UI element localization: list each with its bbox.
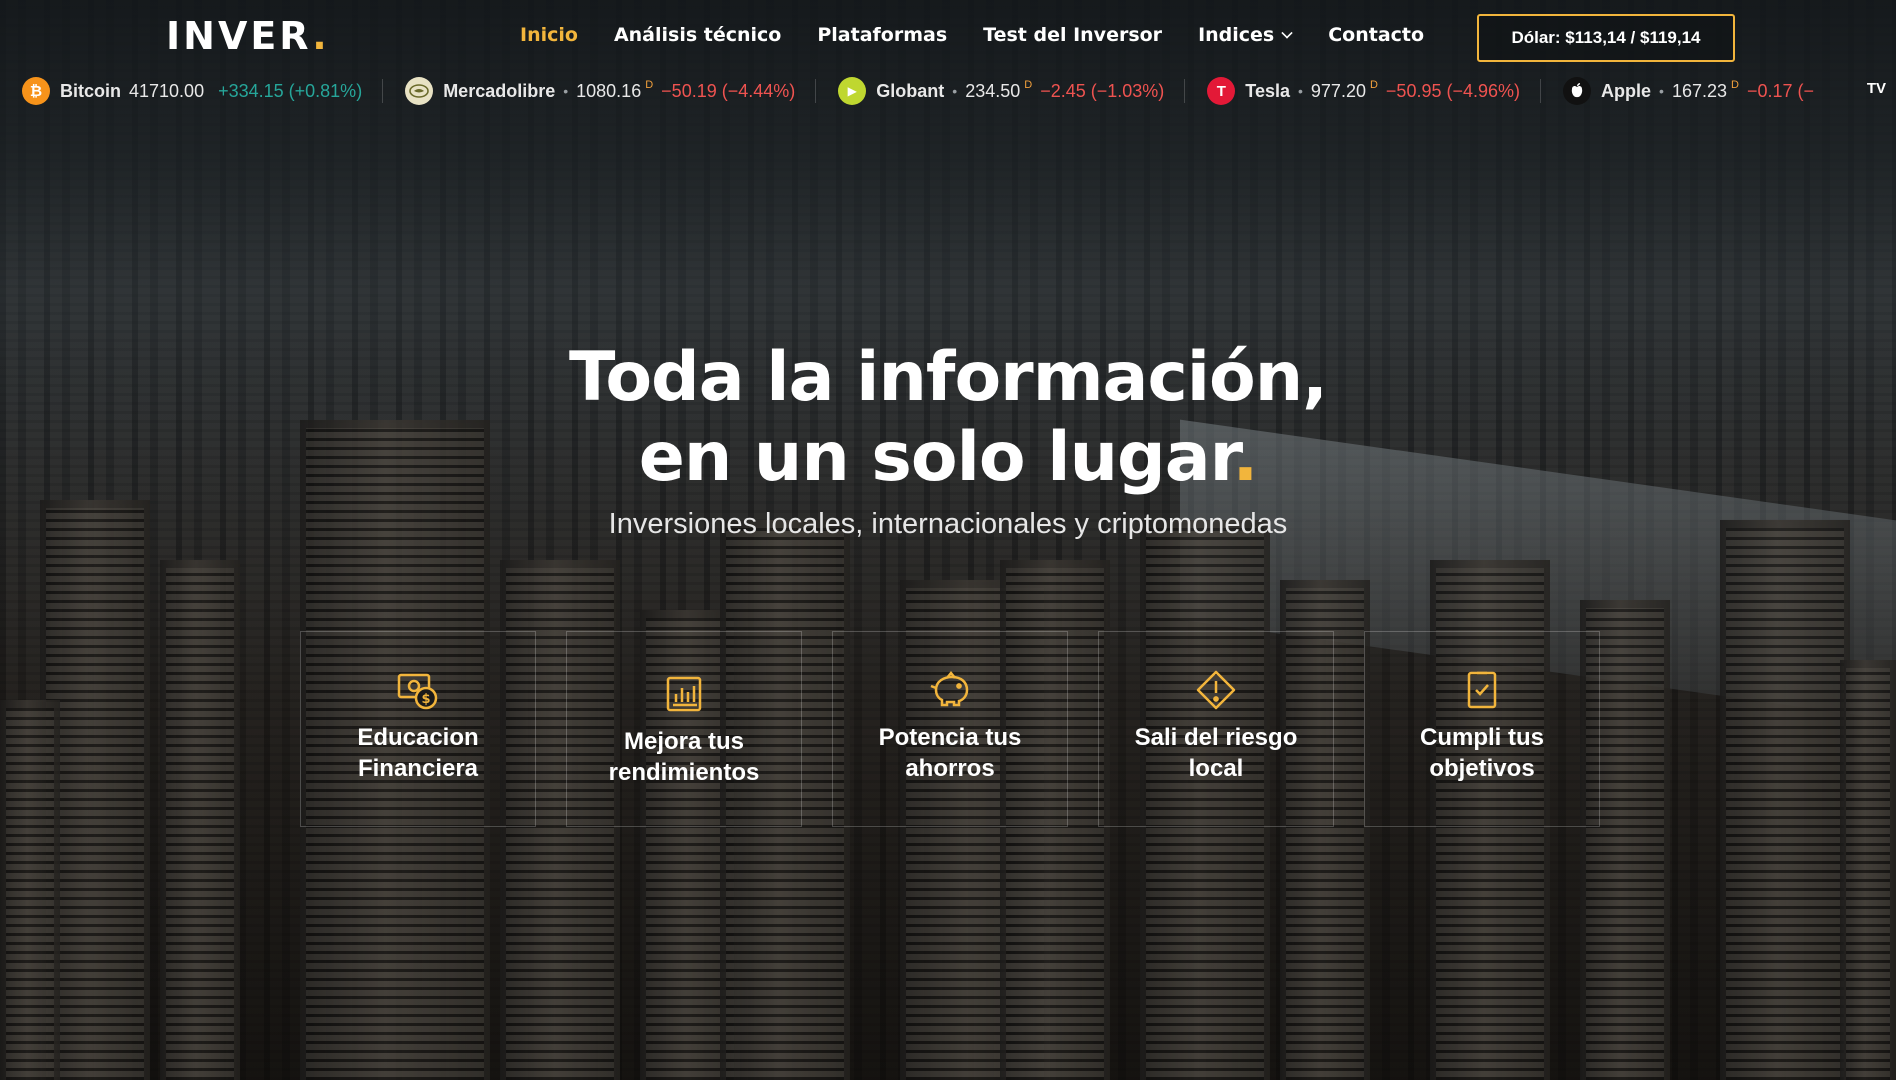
ticker-name: Tesla — [1245, 80, 1290, 101]
ticker-tape: ₿ Bitcoin 41710.00 +334.15 (+0.81%) Merc… — [0, 76, 1896, 106]
ticker-price: 1080.16 — [576, 80, 642, 101]
money-education-icon: $ — [396, 668, 440, 712]
ticker-item[interactable]: T Tesla • 977.20 D −50.95 (−4.96%) — [1185, 77, 1542, 105]
piggy-bank-icon — [928, 668, 972, 712]
feature-card-educacion[interactable]: $ Educacion Financiera — [300, 631, 536, 827]
logo-dot: . — [312, 14, 330, 58]
nav-indices-label: Indices — [1198, 24, 1275, 46]
site-logo[interactable]: INVER. — [166, 14, 330, 58]
nav-analisis-tecnico[interactable]: Análisis técnico — [614, 24, 781, 46]
ticker-price: 167.23 — [1671, 80, 1728, 101]
nav-plataformas[interactable]: Plataformas — [817, 24, 947, 46]
feature-label: Mejora tus rendimientos — [584, 726, 784, 788]
ticker-separator: • — [1298, 83, 1303, 99]
ticker-change: −0.17 (− — [1746, 80, 1815, 101]
ticker-price: 41710.00 — [129, 80, 205, 101]
logo-text: INVER — [166, 14, 313, 58]
delayed-marker: D — [1369, 79, 1378, 91]
ticker-change: −50.19 (−4.44%) — [661, 80, 796, 101]
feature-card-rendimientos[interactable]: Mejora tus rendimientos — [566, 631, 802, 827]
ticker-change: −2.45 (−1.03%) — [1040, 80, 1165, 101]
hero-title: Toda la información, en un solo lugar. — [0, 338, 1896, 498]
main-nav: Inicio Análisis técnico Plataformas Test… — [520, 24, 1460, 46]
feature-label-line: Financiera — [357, 755, 479, 782]
nav-inicio[interactable]: Inicio — [520, 24, 578, 46]
ticker-change: −50.95 (−4.96%) — [1385, 80, 1521, 101]
feature-card-riesgo[interactable]: Sali del riesgo local — [1098, 631, 1334, 827]
feature-label: Sali del riesgo local — [1116, 722, 1316, 784]
feature-label-line: Sali del riesgo — [1134, 724, 1298, 751]
nav-indices[interactable]: Indices — [1198, 24, 1293, 46]
ticker-name: Globant — [876, 80, 945, 101]
ticker-price: 977.20 — [1310, 80, 1366, 101]
nav-test-del-inversor[interactable]: Test del Inversor — [983, 24, 1162, 46]
hero-title-line2: en un solo lugar — [638, 418, 1234, 497]
ticker-item[interactable]: Apple • 167.23 D −0.17 (− — [1541, 77, 1834, 105]
feature-cards: $ Educacion Financiera Mejora tus rendim… — [300, 631, 1600, 827]
ticker-change: +334.15 (+0.81%) — [218, 80, 363, 101]
feature-label-line: Potencia tus — [878, 724, 1022, 751]
ticker-separator: • — [1659, 83, 1664, 99]
tesla-icon: T — [1207, 77, 1236, 105]
svg-text:$: $ — [421, 692, 430, 707]
ticker-item[interactable]: Mercadolibre • 1080.16 D −50.19 (−4.44%) — [383, 77, 817, 105]
hero-title-line1: Toda la información, — [568, 338, 1328, 417]
feature-label-line: local — [1188, 755, 1244, 782]
feature-label-line: Educacion — [357, 724, 479, 751]
feature-label-line: Mejora tus — [623, 728, 745, 755]
ticker-item[interactable]: ▶ Globant • 234.50 D −2.45 (−1.03%) — [816, 77, 1186, 105]
feature-label: Potencia tus ahorros — [850, 722, 1050, 784]
feature-card-ahorros[interactable]: Potencia tus ahorros — [832, 631, 1068, 827]
site-header: INVER. Inicio Análisis técnico Plataform… — [0, 0, 1896, 76]
bitcoin-icon: ₿ — [22, 77, 50, 105]
hero-title-dot: . — [1232, 418, 1258, 497]
clipboard-check-icon — [1460, 668, 1504, 712]
globant-icon: ▶ — [838, 77, 867, 105]
mercadolibre-icon — [405, 77, 434, 105]
hero-subtitle: Inversiones locales, internacionales y c… — [608, 508, 1288, 540]
delayed-marker: D — [1024, 79, 1033, 91]
feature-card-objetivos[interactable]: Cumpli tus objetivos — [1364, 631, 1600, 827]
delayed-marker: D — [1731, 79, 1739, 91]
dolar-rate-button[interactable]: Dólar: $113,14 / $119,14 — [1477, 14, 1735, 62]
feature-label: Educacion Financiera — [318, 722, 518, 784]
ticker-price: 234.50 — [965, 80, 1021, 101]
feature-label: Cumpli tus objetivos — [1382, 722, 1582, 784]
nav-contacto[interactable]: Contacto — [1328, 24, 1424, 46]
bar-chart-icon — [662, 672, 706, 716]
ticker-name: Apple — [1601, 80, 1652, 101]
feature-label-line: Cumpli tus — [1420, 724, 1544, 751]
warning-icon — [1194, 668, 1238, 712]
apple-icon — [1563, 77, 1592, 105]
ticker-separator: • — [563, 83, 569, 99]
feature-label-line: objetivos — [1429, 755, 1535, 782]
feature-label-line: rendimientos — [608, 759, 760, 786]
delayed-marker: D — [645, 79, 654, 91]
ticker-separator: • — [952, 83, 958, 99]
ticker-name: Mercadolibre — [443, 80, 556, 101]
ticker-item[interactable]: ₿ Bitcoin 41710.00 +334.15 (+0.81%) — [0, 77, 384, 105]
feature-label-line: ahorros — [905, 755, 995, 782]
chevron-down-icon — [1281, 27, 1293, 39]
tradingview-logo-icon[interactable]: TV — [1867, 80, 1886, 97]
ticker-name: Bitcoin — [60, 80, 121, 101]
